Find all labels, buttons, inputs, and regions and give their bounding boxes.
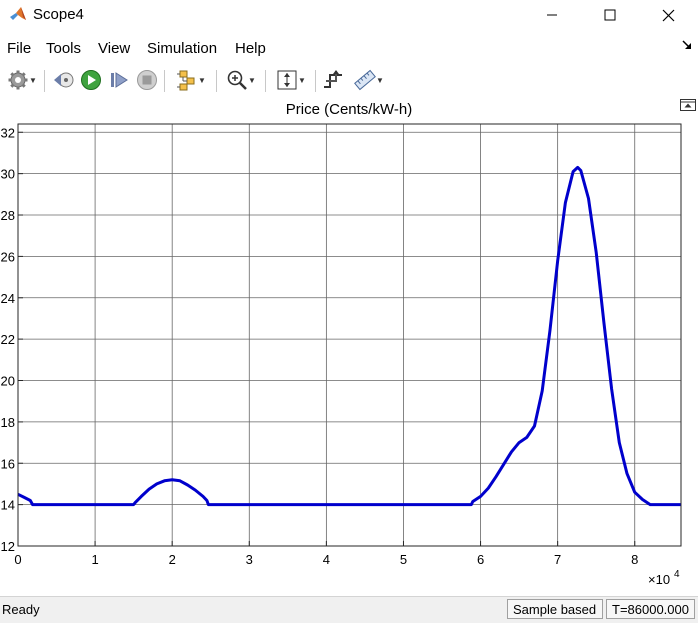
y-tick-label: 26 [1, 249, 15, 264]
y-tick-label: 16 [1, 456, 15, 471]
toolbar-separator [265, 70, 266, 92]
zoom-icon [227, 70, 247, 90]
step-forward-icon [111, 72, 128, 88]
zoom-button[interactable]: ▼ [222, 68, 260, 92]
autoscale-icon [277, 70, 297, 90]
run-icon [81, 70, 101, 90]
measurements-button[interactable]: ▼ [349, 68, 389, 92]
y-tick-label: 30 [1, 167, 15, 182]
x-exponent-base: ×10 [648, 572, 670, 587]
x-tick-label: 6 [477, 552, 484, 567]
status-sample-mode: Sample based [507, 599, 603, 619]
x-exponent-power: 4 [674, 569, 680, 580]
status-ready: Ready [2, 602, 40, 617]
maximize-button[interactable] [587, 0, 633, 30]
settings-icon [8, 70, 28, 90]
minimize-button[interactable] [529, 0, 575, 30]
y-tick-label: 18 [1, 415, 15, 430]
x-tick-label: 1 [91, 552, 98, 567]
close-icon [662, 9, 674, 21]
scope-plot[interactable]: 0 1 2 3 4 5 6 7 81214161820222426283032 ×10 4 [0, 118, 698, 594]
minimize-icon [547, 14, 557, 16]
settings-dropdown-icon: ▼ [29, 75, 37, 85]
signal-layout-button[interactable]: ▼ [171, 68, 211, 92]
y-tick-label: 24 [1, 291, 15, 306]
toolbar-separator [216, 70, 217, 92]
menu-file[interactable]: File [7, 40, 31, 57]
toolbar-separator [164, 70, 165, 92]
autoscale-button[interactable]: ▼ [271, 68, 311, 92]
settings-button[interactable]: ▼ [3, 68, 41, 92]
matlab-logo-icon [10, 7, 26, 20]
signal-layout-icon [177, 70, 195, 91]
menu-view[interactable]: View [98, 40, 130, 57]
x-tick-label: 4 [323, 552, 330, 567]
menu-help[interactable]: Help [235, 40, 266, 57]
y-tick-label: 20 [1, 374, 15, 389]
x-tick-label: 3 [246, 552, 253, 567]
plot-title: Price (Cents/kW-h) [285, 101, 413, 118]
x-tick-label: 7 [554, 552, 561, 567]
zoom-dropdown-icon: ▼ [248, 75, 256, 85]
y-tick-label: 14 [1, 498, 15, 513]
plot-background [18, 124, 681, 546]
x-tick-label: 8 [631, 552, 638, 567]
dock-arrow-icon[interactable] [682, 40, 692, 50]
y-tick-label: 12 [1, 539, 15, 554]
run-button[interactable] [79, 68, 103, 92]
status-time: T=86000.000 [606, 599, 695, 619]
signal-layout-dropdown-icon: ▼ [198, 75, 206, 85]
title-bar: Scope4 [0, 0, 698, 32]
step-forward-button[interactable] [107, 68, 131, 92]
x-tick-label: 2 [169, 552, 176, 567]
stop-button[interactable] [135, 68, 159, 92]
toolbar-separator [44, 70, 45, 92]
toolbar-separator [315, 70, 316, 92]
y-tick-label: 22 [1, 332, 15, 347]
triggers-button[interactable] [321, 68, 345, 92]
menu-tools[interactable]: Tools [46, 40, 81, 57]
undock-icon[interactable] [680, 99, 696, 111]
measurements-dropdown-icon: ▼ [376, 75, 384, 85]
step-back-icon [54, 72, 74, 88]
step-back-button[interactable] [52, 68, 76, 92]
autoscale-dropdown-icon: ▼ [298, 75, 306, 85]
stop-icon [137, 70, 157, 90]
y-tick-label: 32 [1, 125, 15, 140]
status-bar: Ready Sample based T=86000.000 [0, 596, 698, 623]
menu-simulation[interactable]: Simulation [147, 40, 217, 57]
window-title: Scope4 [33, 6, 84, 23]
x-tick-label: 5 [400, 552, 407, 567]
measurements-icon [354, 69, 376, 91]
triggers-icon [324, 70, 342, 88]
close-button[interactable] [645, 0, 691, 30]
maximize-icon [604, 9, 616, 21]
toolbar: ▼ ▼ ▼ ▼ ▼ [0, 64, 698, 96]
menu-bar: File Tools View Simulation Help [0, 36, 698, 60]
x-tick-label: 0 [14, 552, 21, 567]
y-tick-label: 28 [1, 208, 15, 223]
